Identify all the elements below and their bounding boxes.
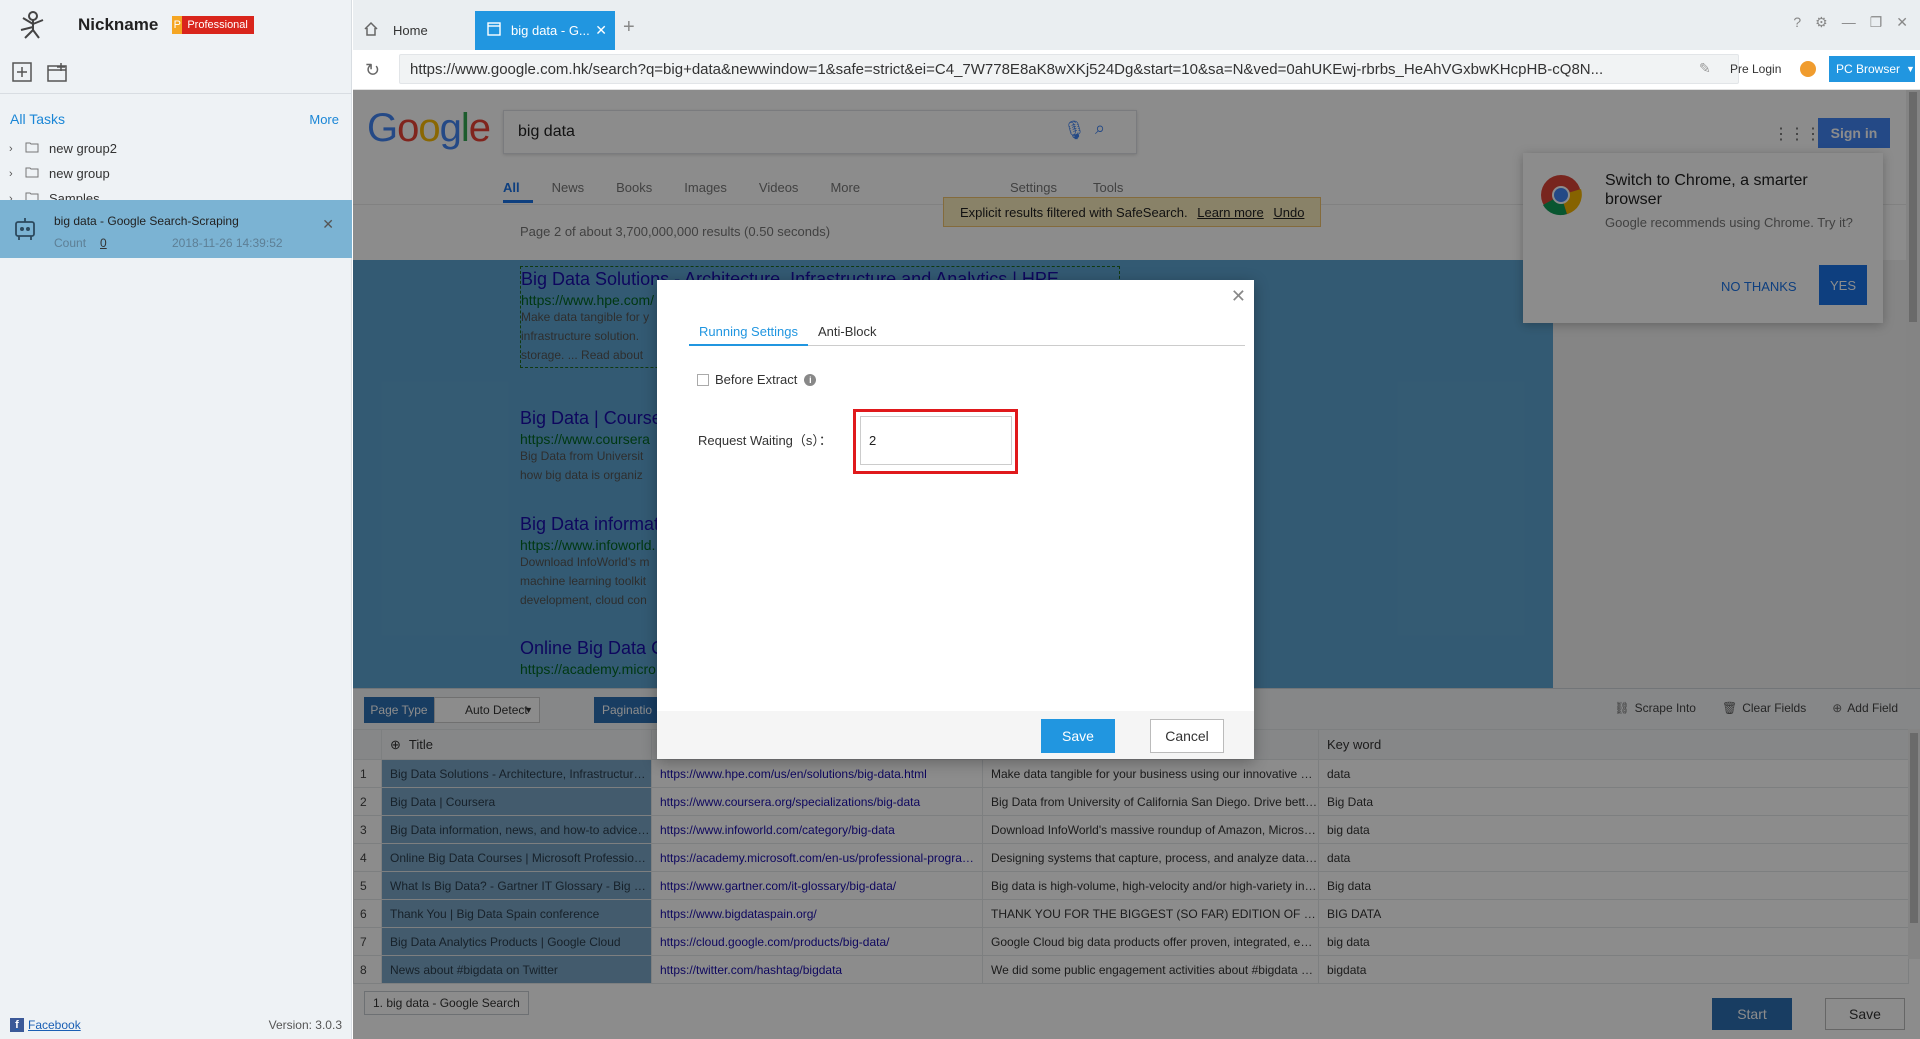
- all-tasks-header: All Tasks More: [0, 102, 351, 136]
- browser-mode-dropdown[interactable]: PC Browser ▼: [1829, 56, 1915, 82]
- close-icon[interactable]: ✕: [322, 216, 334, 233]
- before-extract-label: Before Extract: [715, 372, 798, 387]
- save-button[interactable]: Save: [1041, 719, 1115, 753]
- page-icon: [487, 22, 501, 39]
- folder-icon: [25, 141, 39, 156]
- new-task-icon[interactable]: [10, 60, 34, 84]
- chevron-right-icon[interactable]: ›: [9, 168, 19, 180]
- tab-big-data[interactable]: big data - G... ✕: [475, 11, 615, 50]
- octopus-logo-icon: [16, 8, 50, 42]
- group-label: new group: [49, 166, 110, 181]
- browser-tab-bar: Home big data - G... ✕ + ? ⚙ — ❐ ✕: [353, 0, 1920, 50]
- url-field[interactable]: https://www.google.com.hk/search?q=big+d…: [399, 54, 1739, 84]
- tab-home[interactable]: Home: [363, 11, 473, 50]
- gear-icon[interactable]: ⚙: [1815, 14, 1828, 31]
- facebook-link[interactable]: f Facebook: [10, 1018, 81, 1032]
- robot-icon: [12, 216, 38, 245]
- tab-running-settings[interactable]: Running Settings: [689, 324, 809, 346]
- dialog-footer: Save Cancel: [657, 711, 1254, 759]
- request-waiting-label: Request Waiting（s）：: [698, 433, 832, 448]
- close-tab-icon[interactable]: ✕: [595, 22, 607, 39]
- request-waiting-input[interactable]: [860, 416, 1012, 465]
- sidebar-header: Nickname P Professional: [0, 0, 351, 50]
- settings-dialog: ✕ Running Settings Anti-Block Before Ext…: [657, 280, 1254, 759]
- before-extract-option[interactable]: Before Extract i: [697, 372, 817, 387]
- task-name: big data - Google Search-Scraping: [54, 214, 239, 228]
- reload-icon[interactable]: ↻: [365, 60, 380, 81]
- restore-icon[interactable]: ❐: [1870, 14, 1883, 31]
- sidebar-footer: f Facebook Version: 3.0.3: [0, 1011, 352, 1039]
- sidebar-group-new-group[interactable]: › new group: [0, 161, 351, 186]
- close-icon[interactable]: ✕: [1231, 286, 1246, 307]
- plan-badge: P Professional: [172, 16, 254, 34]
- left-sidebar: Nickname P Professional All Tasks More › …: [0, 0, 352, 1039]
- pre-login-button[interactable]: Pre Login: [1730, 62, 1781, 76]
- user-nickname[interactable]: Nickname: [78, 15, 158, 35]
- window-controls: ? ⚙ — ❐ ✕: [1793, 14, 1908, 31]
- sidebar-task-item[interactable]: big data - Google Search-Scraping Count …: [0, 200, 352, 258]
- sidebar-toolbar: [0, 50, 351, 94]
- cancel-button[interactable]: Cancel: [1150, 719, 1224, 753]
- dialog-tabs: Running Settings Anti-Block: [689, 324, 1245, 346]
- new-tab-icon[interactable]: +: [623, 16, 635, 39]
- before-extract-checkbox[interactable]: [697, 373, 709, 386]
- task-count-label: Count: [54, 236, 87, 250]
- address-bar: ↻ https://www.google.com.hk/search?q=big…: [353, 50, 1920, 90]
- facebook-icon: f: [10, 1018, 24, 1032]
- home-icon: [363, 21, 379, 40]
- all-tasks-link[interactable]: All Tasks: [10, 111, 65, 127]
- new-group-icon[interactable]: [46, 60, 70, 84]
- cookie-icon[interactable]: [1800, 61, 1816, 77]
- task-date: 2018-11-26 14:39:52: [172, 236, 283, 250]
- group-label: new group2: [49, 141, 117, 156]
- folder-icon: [25, 166, 39, 181]
- version-text: Version: 3.0.3: [268, 1018, 342, 1032]
- minimize-icon[interactable]: —: [1842, 14, 1856, 31]
- tab-anti-block[interactable]: Anti-Block: [808, 324, 887, 346]
- caret-down-icon: ▼: [1906, 64, 1915, 74]
- help-icon[interactable]: ?: [1793, 14, 1801, 31]
- info-icon[interactable]: i: [804, 373, 817, 386]
- more-link[interactable]: More: [309, 112, 339, 127]
- chevron-right-icon[interactable]: ›: [9, 143, 19, 155]
- sidebar-group-new-group2[interactable]: › new group2: [0, 136, 351, 161]
- close-window-icon[interactable]: ✕: [1896, 14, 1908, 31]
- edit-icon[interactable]: ✎: [1699, 60, 1711, 77]
- task-count[interactable]: 0: [100, 236, 107, 250]
